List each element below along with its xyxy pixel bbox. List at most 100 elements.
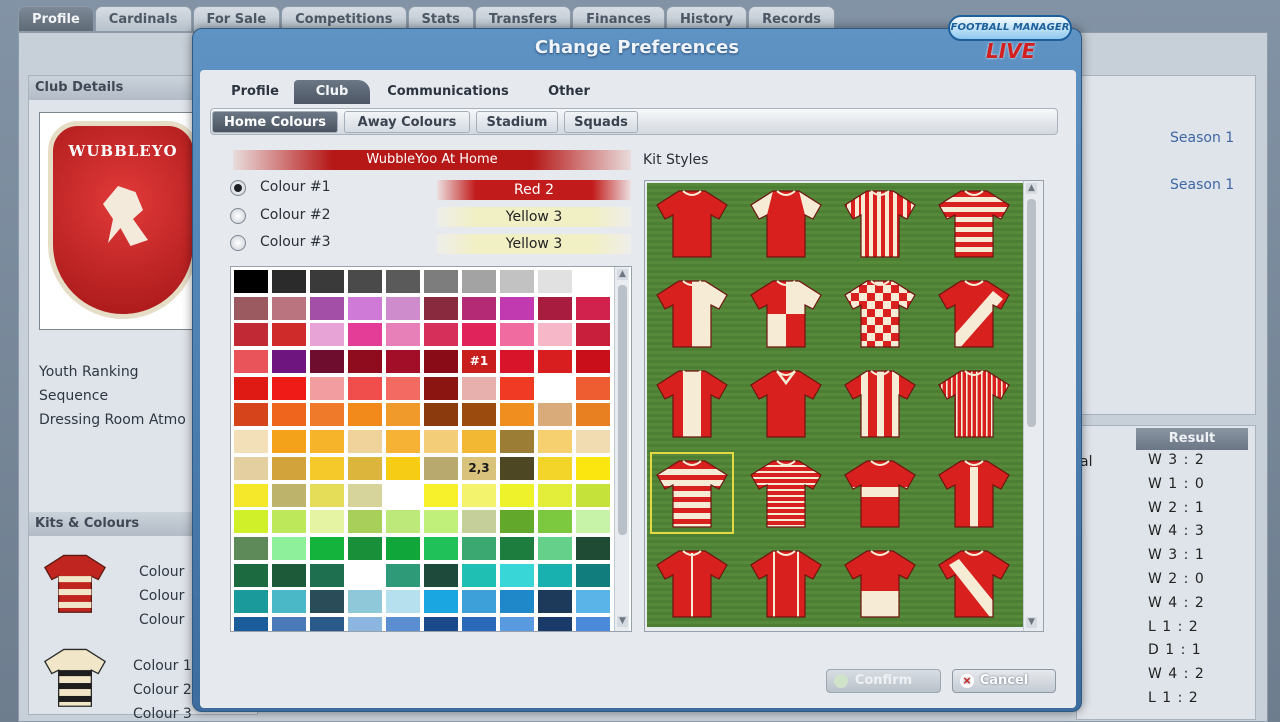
colour-swatch[interactable] [348, 536, 382, 560]
kit-style-checks[interactable] [843, 277, 917, 349]
colour-swatch[interactable] [386, 350, 420, 374]
kit-style-pinstripes[interactable] [937, 367, 1011, 439]
colour-swatch[interactable] [234, 590, 268, 614]
colour-swatch[interactable] [424, 590, 458, 614]
colour-swatch[interactable] [462, 616, 496, 631]
kit-style-plain[interactable] [655, 187, 729, 259]
colour-swatch[interactable] [538, 536, 572, 560]
colour-swatch[interactable] [576, 376, 610, 400]
colour-swatch[interactable] [576, 270, 610, 293]
colour-swatch[interactable] [272, 323, 306, 347]
colour-swatch[interactable] [272, 403, 306, 427]
colour-swatch[interactable] [500, 376, 534, 400]
kit-style-center-bar[interactable] [937, 457, 1011, 529]
scroll-up-arrow-icon[interactable]: ▲ [617, 269, 628, 280]
tab-profile[interactable]: Profile [216, 80, 294, 104]
colour-swatch[interactable] [500, 483, 534, 507]
colour-swatch[interactable] [538, 376, 572, 400]
colour-swatch[interactable] [310, 483, 344, 507]
colour-swatch[interactable] [538, 483, 572, 507]
colour-swatch[interactable] [500, 296, 534, 320]
colour-swatch[interactable] [538, 270, 572, 293]
colour-swatch[interactable] [500, 616, 534, 631]
colour-swatch[interactable] [576, 616, 610, 631]
colour-swatch[interactable] [576, 456, 610, 480]
colour-swatch[interactable] [386, 323, 420, 347]
colour-swatch[interactable] [424, 563, 458, 587]
colour-swatch[interactable] [348, 430, 382, 454]
colour-swatch[interactable] [272, 536, 306, 560]
colour-swatch[interactable] [386, 430, 420, 454]
colour-swatch[interactable] [234, 376, 268, 400]
palette-scroll-thumb[interactable] [618, 285, 627, 535]
colour-swatch[interactable] [234, 536, 268, 560]
colour-swatch[interactable] [500, 456, 534, 480]
colour-swatch[interactable] [348, 323, 382, 347]
colour-swatch[interactable] [310, 296, 344, 320]
colour-swatch[interactable] [272, 430, 306, 454]
colour-swatch[interactable] [424, 376, 458, 400]
colour-swatch[interactable] [538, 456, 572, 480]
colour-swatch[interactable] [310, 590, 344, 614]
kit-style-wide-stripes[interactable] [843, 367, 917, 439]
colour-swatch[interactable] [234, 350, 268, 374]
colour-swatch[interactable] [310, 616, 344, 631]
colour-swatch[interactable] [310, 456, 344, 480]
kit-style-band[interactable] [843, 457, 917, 529]
colour-swatch[interactable] [500, 270, 534, 293]
colour-swatch[interactable] [538, 510, 572, 534]
subtab-squads[interactable]: Squads [564, 111, 638, 133]
colour-swatch[interactable] [424, 616, 458, 631]
colour-swatch[interactable] [462, 563, 496, 587]
colour-3-radio[interactable] [230, 235, 246, 251]
colour-swatch[interactable] [348, 456, 382, 480]
colour-swatch[interactable] [272, 296, 306, 320]
colour-swatch[interactable] [500, 323, 534, 347]
colour-swatch[interactable] [500, 510, 534, 534]
colour-swatch[interactable] [310, 510, 344, 534]
colour-swatch[interactable] [386, 376, 420, 400]
kit-styles-scroll-thumb[interactable] [1027, 199, 1036, 427]
kit-styles-scrollbar[interactable]: ▲ ▼ [1023, 181, 1038, 631]
colour-swatch[interactable] [538, 296, 572, 320]
top-tab-cardinals[interactable]: Cardinals [94, 6, 192, 32]
tab-communications[interactable]: Communications [374, 80, 522, 104]
colour-swatch[interactable] [500, 563, 534, 587]
colour-swatch[interactable] [462, 403, 496, 427]
colour-swatch[interactable] [272, 616, 306, 631]
colour-swatch[interactable] [234, 403, 268, 427]
subtab-home-colours[interactable]: Home Colours [212, 111, 338, 133]
colour-swatch[interactable] [576, 563, 610, 587]
colour-swatch[interactable] [234, 270, 268, 293]
cancel-button[interactable]: × Cancel [952, 669, 1056, 693]
colour-swatch[interactable] [538, 590, 572, 614]
colour-swatch[interactable] [272, 350, 306, 374]
colour-swatch[interactable] [386, 616, 420, 631]
colour-swatch[interactable] [462, 536, 496, 560]
colour-swatch[interactable] [310, 323, 344, 347]
kit-style-sash-white[interactable] [937, 547, 1011, 619]
kit-style-halves-v[interactable] [655, 277, 729, 349]
colour-swatch[interactable] [348, 510, 382, 534]
colour-swatch[interactable] [272, 456, 306, 480]
colour-swatch[interactable] [424, 323, 458, 347]
confirm-button[interactable]: ✓ Confirm [826, 669, 941, 693]
kit-style-quarters[interactable] [749, 277, 823, 349]
colour-swatch[interactable] [272, 590, 306, 614]
colour-swatch[interactable] [424, 403, 458, 427]
colour-swatch[interactable] [538, 616, 572, 631]
kit-style-thin-hoops[interactable] [749, 457, 823, 529]
colour-swatch[interactable] [462, 430, 496, 454]
colour-swatch[interactable] [576, 403, 610, 427]
colour-swatch[interactable] [310, 350, 344, 374]
kit-style-center-stripe[interactable] [655, 367, 729, 439]
season-link[interactable]: Season 1 [1170, 177, 1234, 193]
colour-swatch[interactable] [462, 590, 496, 614]
colour-swatch[interactable] [310, 403, 344, 427]
colour-swatch[interactable] [500, 430, 534, 454]
colour-2-radio[interactable] [230, 208, 246, 224]
colour-1-radio[interactable] [230, 180, 246, 196]
colour-swatch[interactable] [234, 616, 268, 631]
colour-swatch[interactable] [462, 510, 496, 534]
colour-swatch[interactable] [272, 483, 306, 507]
